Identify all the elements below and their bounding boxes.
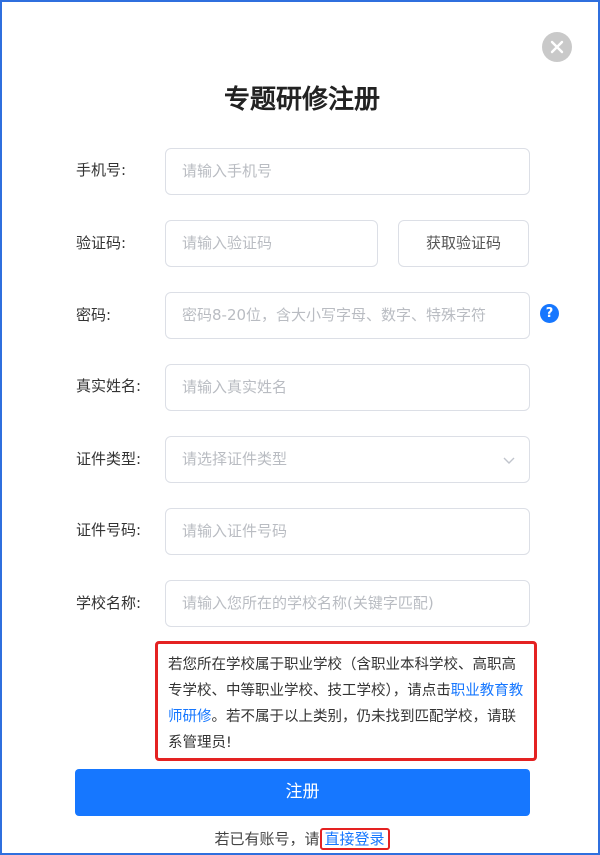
dialog-title: 专题研修注册 xyxy=(223,85,380,115)
registration-dialog: 专题研修注册 手机号: 请输入手机号 验证码: 请输入验证码 获取验证码 密码:… xyxy=(0,0,600,855)
direct-login-link[interactable]: 直接登录 xyxy=(319,828,390,850)
school-label: 学校名称: xyxy=(76,594,142,612)
register-button[interactable]: 注册 xyxy=(75,769,530,816)
id-number-input[interactable]: 请输入证件号码 xyxy=(165,508,530,555)
close-button[interactable] xyxy=(542,32,572,62)
password-input[interactable]: 密码8-20位，含大小写字母、数字、特殊字符 xyxy=(165,292,530,339)
id-number-label: 证件号码: xyxy=(76,521,142,539)
login-prefix: 若已有账号，请 xyxy=(214,830,320,848)
code-input[interactable]: 请输入验证码 xyxy=(165,220,378,267)
id-type-select[interactable]: 请选择证件类型 xyxy=(165,436,530,483)
school-input[interactable]: 请输入您所在的学校名称(关键字匹配) xyxy=(165,580,530,627)
id-type-placeholder: 请选择证件类型 xyxy=(182,450,288,468)
notice-text-after: 。若不属于以上类别，仍未找到匹配学校，请联系管理员! xyxy=(168,709,516,751)
real-name-input[interactable]: 请输入真实姓名 xyxy=(165,364,530,411)
get-code-button[interactable]: 获取验证码 xyxy=(398,220,529,267)
phone-input[interactable]: 请输入手机号 xyxy=(165,148,530,195)
code-label: 验证码: xyxy=(76,234,127,252)
login-prompt: 若已有账号，请 直接登录 xyxy=(2,828,600,850)
id-type-label: 证件类型: xyxy=(76,450,142,468)
real-name-label: 真实姓名: xyxy=(76,377,142,395)
help-icon[interactable]: ? xyxy=(540,304,559,323)
chevron-down-icon xyxy=(503,457,515,464)
password-label: 密码: xyxy=(76,306,112,324)
phone-label: 手机号: xyxy=(76,161,127,179)
vocational-school-notice: 若您所在学校属于职业学校（含职业本科学校、高职高专学校、中等职业学校、技工学校）… xyxy=(155,641,537,761)
close-icon xyxy=(550,40,564,54)
